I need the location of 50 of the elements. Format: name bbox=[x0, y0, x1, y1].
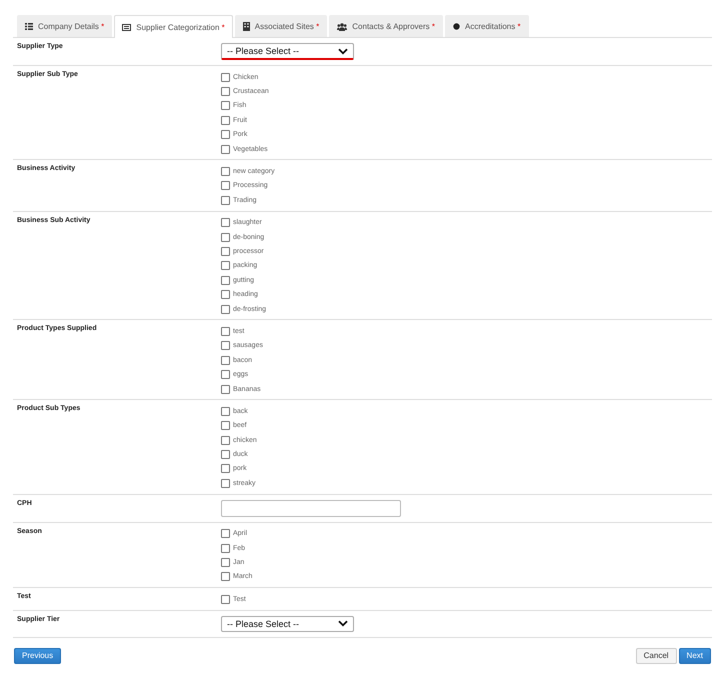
checkbox[interactable] bbox=[221, 218, 230, 228]
users-icon bbox=[337, 22, 348, 30]
checkbox[interactable] bbox=[221, 544, 230, 553]
checkbox[interactable] bbox=[221, 450, 230, 460]
tab[interactable]: Accreditations * bbox=[445, 15, 529, 37]
list-icon bbox=[25, 23, 33, 30]
checkbox[interactable] bbox=[221, 276, 230, 285]
checkbox[interactable] bbox=[221, 478, 230, 488]
checkbox[interactable] bbox=[221, 558, 230, 568]
checkbox[interactable] bbox=[221, 101, 230, 110]
circle-icon bbox=[453, 23, 460, 30]
card-list-icon bbox=[122, 24, 132, 30]
checkbox[interactable] bbox=[221, 246, 230, 256]
tab[interactable]: Company Details * bbox=[17, 15, 112, 37]
tab[interactable]: Supplier Categorization * bbox=[114, 15, 233, 38]
previous-button[interactable]: Previous bbox=[14, 648, 62, 664]
chevron-down-icon bbox=[338, 48, 348, 54]
checkbox[interactable] bbox=[221, 196, 230, 205]
checkbox[interactable] bbox=[221, 304, 230, 314]
checkbox[interactable] bbox=[221, 130, 230, 140]
chevron-down-icon bbox=[338, 620, 348, 627]
checkbox[interactable] bbox=[221, 421, 230, 430]
checkbox[interactable] bbox=[221, 341, 230, 350]
select-dropdown[interactable]: -- Please Select -- bbox=[221, 43, 354, 60]
checkbox[interactable] bbox=[221, 181, 230, 190]
checkbox[interactable] bbox=[221, 594, 230, 604]
tab[interactable]: Contacts & Approvers * bbox=[329, 15, 443, 37]
input-field[interactable] bbox=[221, 500, 401, 517]
select-dropdown[interactable]: -- Please Select -- bbox=[221, 616, 354, 632]
checkbox[interactable] bbox=[221, 356, 230, 365]
tab[interactable]: Associated Sites * bbox=[234, 15, 328, 37]
checkbox[interactable] bbox=[221, 87, 230, 96]
checkbox[interactable] bbox=[221, 144, 230, 154]
checkbox[interactable] bbox=[221, 261, 230, 270]
building-icon bbox=[242, 22, 250, 31]
checkbox[interactable] bbox=[221, 436, 230, 445]
checkbox[interactable] bbox=[221, 290, 230, 300]
checkbox[interactable] bbox=[221, 406, 230, 416]
checkbox[interactable] bbox=[221, 572, 230, 582]
checkbox[interactable] bbox=[221, 529, 230, 538]
next-button[interactable]: Next bbox=[678, 648, 711, 664]
checkbox[interactable] bbox=[221, 370, 230, 380]
cancel-button[interactable]: Cancel bbox=[636, 648, 677, 664]
checkbox[interactable] bbox=[221, 384, 230, 394]
checkbox[interactable] bbox=[221, 232, 230, 242]
checkbox[interactable] bbox=[221, 116, 230, 125]
checkbox[interactable] bbox=[221, 326, 230, 336]
checkbox[interactable] bbox=[221, 72, 230, 82]
checkbox[interactable] bbox=[221, 167, 230, 176]
checkbox[interactable] bbox=[221, 464, 230, 474]
